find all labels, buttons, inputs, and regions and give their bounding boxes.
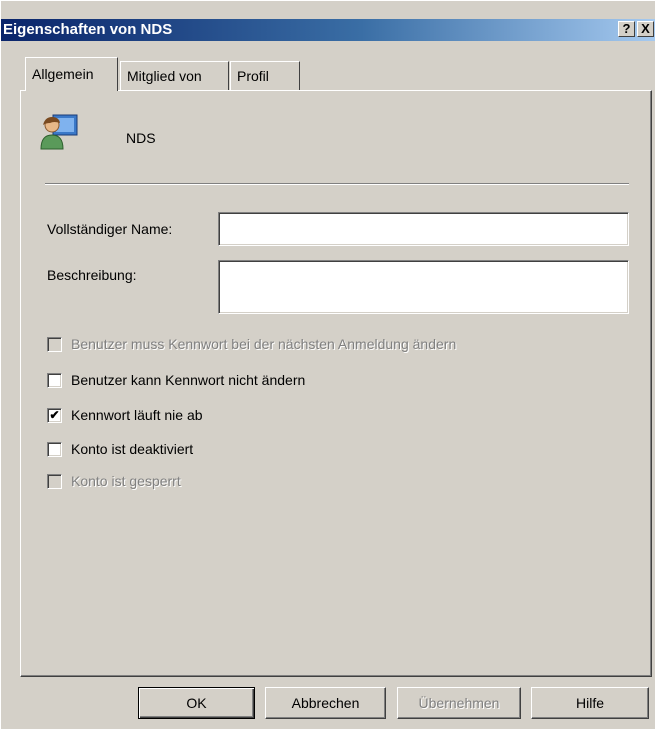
cancel-button[interactable]: Abbrechen [265, 687, 386, 719]
ok-button[interactable]: OK [138, 687, 255, 719]
tab-mitglied-von[interactable]: Mitglied von [120, 61, 229, 90]
checkbox-box[interactable] [47, 442, 62, 457]
description-label: Beschreibung: [47, 267, 137, 283]
general-tab-panel: NDS Vollständiger Name: Beschreibung: Be… [20, 90, 652, 677]
help-button[interactable]: Hilfe [531, 687, 649, 719]
checkbox-box[interactable] [47, 373, 62, 388]
checkmark-icon[interactable]: ✔ [47, 408, 62, 423]
help-icon[interactable]: ? [618, 21, 635, 37]
title-bar[interactable]: Eigenschaften von NDS ? X [1, 19, 655, 41]
fullname-field[interactable] [218, 212, 629, 246]
properties-dialog: Eigenschaften von NDS ? X Allgemein Mitg… [0, 0, 655, 729]
window-title: Eigenschaften von NDS [3, 21, 173, 38]
tab-label: Profil [237, 68, 269, 84]
fullname-label: Vollständiger Name: [47, 221, 173, 237]
separator [45, 183, 629, 185]
tab-allgemein[interactable]: Allgemein [25, 57, 118, 91]
close-icon[interactable]: X [637, 21, 654, 37]
object-name: NDS [126, 130, 156, 146]
tab-label: Mitglied von [127, 68, 202, 84]
checkbox-label: Benutzer muss Kennwort bei der nächsten … [71, 336, 457, 352]
checkbox-label: Kennwort läuft nie ab [71, 407, 203, 423]
checkbox-label: Konto ist deaktiviert [71, 441, 194, 457]
user-icon [40, 114, 78, 150]
checkbox-box[interactable] [47, 337, 62, 352]
checkbox-label: Konto ist gesperrt [71, 473, 181, 489]
description-field[interactable] [218, 260, 629, 314]
checkbox-box[interactable] [47, 474, 62, 489]
tab-profil[interactable]: Profil [230, 61, 300, 90]
apply-button[interactable]: Übernehmen [397, 687, 521, 719]
checkbox-label: Benutzer kann Kennwort nicht ändern [71, 372, 306, 388]
tab-label: Allgemein [32, 66, 94, 82]
